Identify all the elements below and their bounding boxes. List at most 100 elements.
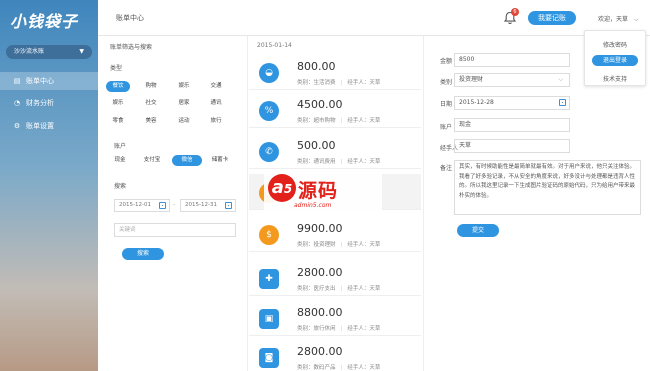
notification-badge: 6 (511, 8, 519, 16)
type-chip[interactable]: 交通 (204, 81, 228, 92)
watermark: a5 源码 admin5.com (264, 172, 382, 214)
note-label: 备注 (440, 165, 453, 172)
bill-amount: 2800.00 (297, 266, 343, 279)
app-root: 小钱袋子 沙沙流水账 ▼ ▤ 账单中心 ◔ 财务分析 ⚙ 账单设置 账单中心 6 我要… (0, 0, 650, 371)
record-entry-button[interactable]: 我要记账 (528, 11, 576, 25)
chevron-down-icon: ⌵ (634, 16, 639, 23)
calendar-icon (159, 202, 166, 209)
account-label: 账户 (114, 143, 127, 150)
search-label: 搜索 (114, 183, 127, 190)
welcome-text: 欢迎，天草 (598, 16, 629, 23)
sidebar: 小钱袋子 沙沙流水账 ▼ ▤ 账单中心 ◔ 财务分析 ⚙ 账单设置 (0, 0, 98, 371)
sidebar-item-label: 财务分析 (26, 99, 54, 107)
caret-down-icon: ▼ (79, 48, 84, 55)
type-chip[interactable]: 运动 (172, 116, 196, 127)
bill-row[interactable]: ▣ 8800.00 类别：旅行休闲 | 经手人：天草 (249, 300, 421, 336)
bill-meta: 类别：医疗支出 | 经手人：天草 (297, 286, 381, 292)
luggage-icon: ▣ (259, 309, 279, 329)
user-menu-toggle[interactable]: 欢迎，天草 ⌵ (598, 14, 639, 24)
bill-meta: 类别：超市购物 | 经手人：天草 (297, 118, 381, 124)
date-value: 2015-12-28 (459, 99, 494, 106)
sidebar-item-analysis[interactable]: ◔ 财务分析 (0, 94, 98, 112)
camera-icon: ◙ (259, 348, 279, 368)
type-chip[interactable]: 旅行 (204, 116, 228, 127)
type-chip[interactable]: 居家 (172, 98, 196, 109)
filter-title: 账单筛选与搜索 (110, 44, 153, 51)
sidebar-item-bill-center[interactable]: ▤ 账单中心 (0, 72, 98, 90)
date-from-value: 2015-12-01 (119, 202, 151, 208)
bill-detail-form: 金额 8500 类别 投资理财 ⌵ 日期 2015-12-28 账户 现金 经手… (423, 36, 650, 371)
notification-button[interactable]: 6 (503, 8, 519, 25)
type-chip[interactable]: 购物 (139, 81, 163, 92)
account-chip[interactable]: 储蓄卡 (206, 155, 234, 166)
bill-amount: 800.00 (297, 60, 336, 73)
bill-row[interactable]: ◙ 2800.00 类别：数码产品 | 经手人：天草 (249, 339, 421, 371)
account-input[interactable]: 现金 (454, 118, 570, 132)
bill-row[interactable]: ◒ 800.00 类别：生活消费 | 经手人：天草 (249, 54, 421, 90)
submit-button[interactable]: 提交 (457, 224, 499, 237)
bill-row[interactable]: ✆ 500.00 类别：通讯费用 | 经手人：天草 (249, 133, 421, 169)
bill-meta: 类别：投资理财 | 经手人：天草 (297, 242, 381, 248)
date-input[interactable]: 2015-12-28 (454, 96, 570, 110)
bill-amount: 2800.00 (297, 345, 343, 358)
account-label: 账户 (440, 124, 453, 131)
amount-label: 金额 (440, 58, 453, 65)
app-logo: 小钱袋子 (10, 12, 79, 31)
bill-amount: 500.00 (297, 139, 336, 152)
bill-meta: 类别：通讯费用 | 经手人：天草 (297, 159, 381, 165)
account-book-label: 沙沙流水账 (14, 48, 45, 55)
account-chip[interactable]: 支付宝 (138, 155, 166, 166)
type-chip[interactable]: 零食 (106, 116, 130, 127)
bill-row[interactable]: ✚ 2800.00 类别：医疗支出 | 经手人：天草 (249, 260, 421, 296)
date-to-input[interactable]: 2015-12-31 (180, 199, 236, 212)
category-select[interactable]: 投资理财 ⌵ (454, 73, 570, 87)
amount-input[interactable]: 8500 (454, 53, 570, 67)
type-chip[interactable]: 娱乐 (172, 81, 196, 92)
bill-row[interactable]: $ 9900.00 类别：投资理财 | 经手人：天草 (249, 216, 421, 252)
pie-chart-icon: ◔ (13, 99, 21, 107)
filter-panel: 账单筛选与搜索 类型 餐饮 购物 娱乐 交通 娱乐 社交 居家 通讯 零食 美容… (98, 36, 248, 371)
account-chip[interactable]: 微信 (172, 155, 202, 166)
list-date: 2015-01-14 (257, 42, 292, 49)
category-label: 类别 (440, 79, 453, 86)
calendar-icon (559, 99, 566, 106)
bowl-icon: ◒ (259, 63, 279, 83)
type-chip[interactable]: 娱乐 (106, 98, 130, 109)
chevron-down-icon: ⌵ (558, 76, 563, 83)
money-bag-icon: $ (259, 225, 279, 245)
bill-amount: 9900.00 (297, 222, 343, 235)
type-chip[interactable]: 美容 (139, 116, 163, 127)
sidebar-item-label: 账单中心 (26, 77, 54, 85)
sidebar-item-label: 账单设置 (26, 122, 54, 130)
date-from-input[interactable]: 2015-12-01 (114, 199, 170, 212)
type-chip[interactable]: 社交 (139, 98, 163, 109)
bill-amount: 4500.00 (297, 98, 343, 111)
type-label: 类型 (110, 65, 123, 72)
watermark-site: admin5.com (294, 202, 332, 209)
note-textarea[interactable]: 其实，有时候助能性是最简单就最有效。对于用户来说，他只关注体验。我看了好多验记录… (454, 160, 641, 215)
sidebar-item-settings[interactable]: ⚙ 账单设置 (0, 117, 98, 135)
page-title: 账单中心 (116, 14, 144, 22)
medical-kit-icon: ✚ (259, 269, 279, 289)
account-chip[interactable]: 现金 (108, 155, 132, 166)
gear-icon: ⚙ (13, 122, 21, 130)
bill-meta: 类别：生活消费 | 经手人：天草 (297, 80, 381, 86)
bill-meta: 类别：旅行休闲 | 经手人：天草 (297, 326, 381, 332)
date-label: 日期 (440, 101, 453, 108)
search-button[interactable]: 搜索 (122, 248, 164, 260)
date-range-separator: - (173, 201, 176, 208)
calendar-icon (225, 202, 232, 209)
category-value: 投资理财 (459, 76, 484, 83)
date-to-value: 2015-12-31 (185, 202, 217, 208)
type-chip[interactable]: 通讯 (204, 98, 228, 109)
watermark-logo: a5 (268, 174, 296, 202)
phone-icon: ✆ (259, 142, 279, 162)
bill-row[interactable]: % 4500.00 类别：超市购物 | 经手人：天草 (249, 92, 421, 128)
discount-icon: % (259, 101, 279, 121)
keyword-input[interactable]: 关键词 (114, 223, 236, 237)
bill-amount: 8800.00 (297, 306, 343, 319)
account-book-select[interactable]: 沙沙流水账 ▼ (6, 45, 92, 59)
type-chip[interactable]: 餐饮 (106, 81, 130, 92)
top-bar: 账单中心 6 我要记账 欢迎，天草 ⌵ (98, 0, 650, 36)
handler-input[interactable]: 天草 (454, 139, 570, 153)
